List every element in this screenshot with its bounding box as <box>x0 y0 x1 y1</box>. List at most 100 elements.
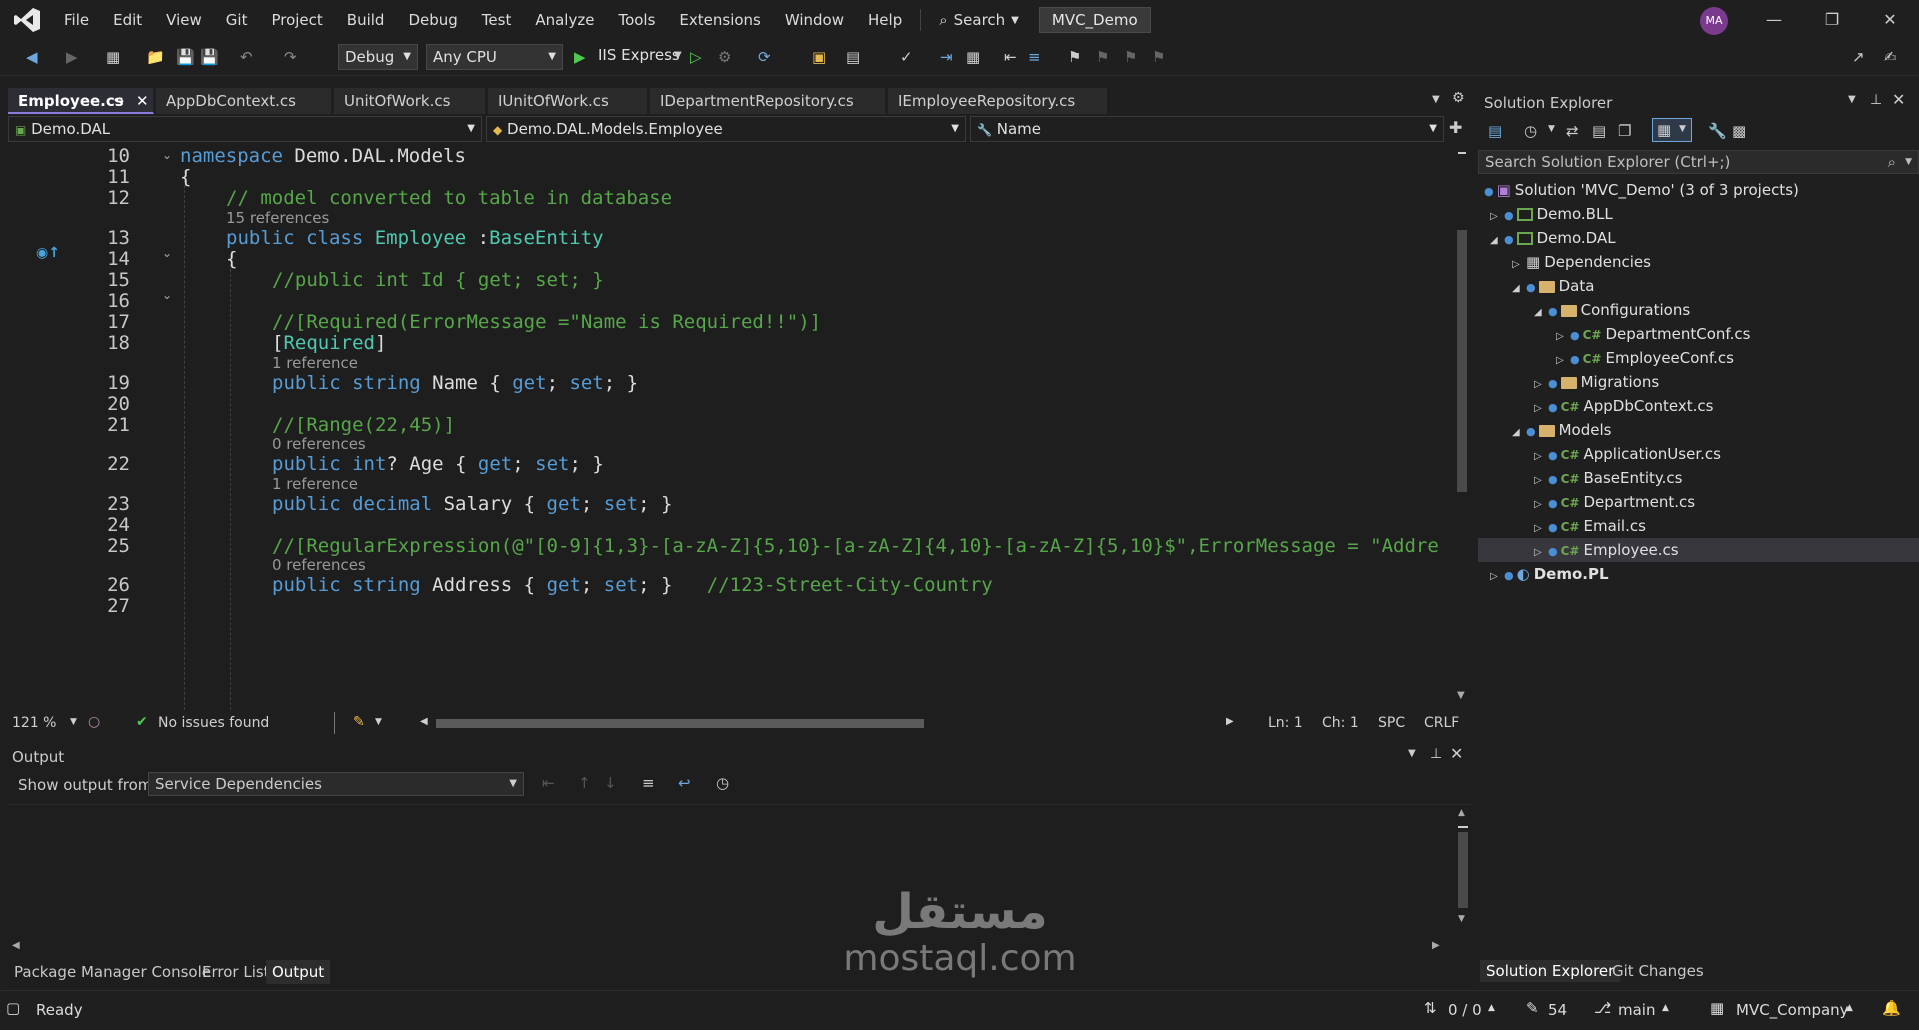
diagram-icon[interactable]: ▦ <box>966 48 988 68</box>
editor-vertical-scrollbar[interactable]: ▼ <box>1454 142 1470 710</box>
tree-project-demo-dal[interactable]: ◢ ● Demo.DAL <box>1478 226 1919 250</box>
scroll-right-icon[interactable]: ▶ <box>1226 716 1234 727</box>
solution-search-input[interactable]: Search Solution Explorer (Ctrl+;) ⌕ ▼ <box>1478 150 1919 174</box>
collapse-icon[interactable]: ⌄ <box>162 288 172 302</box>
output-vertical-scrollbar[interactable]: ▲ ▼ <box>1456 808 1470 928</box>
filter-button[interactable]: ▦ ▼ <box>1652 118 1692 142</box>
codelens-references[interactable]: 0 references <box>272 556 366 574</box>
menu-git[interactable]: Git <box>214 5 260 35</box>
tab-git-changes[interactable]: Git Changes <box>1612 962 1704 980</box>
tab-appdbcontext-cs[interactable]: AppDbContext.cs <box>156 88 332 114</box>
spellcheck-icon[interactable]: ✓ <box>900 48 922 68</box>
close-icon[interactable]: ✕ <box>136 88 149 112</box>
pin-icon[interactable]: ⊥ <box>1870 92 1882 108</box>
pin-icon[interactable]: ⊥ <box>1430 746 1442 762</box>
share-icon[interactable]: ↗ <box>1852 48 1874 68</box>
start-without-debug-icon[interactable]: ▷ <box>690 48 712 68</box>
back-icon[interactable]: ◀ <box>26 48 48 68</box>
browse-icon[interactable]: ▣ <box>812 48 834 68</box>
tree-dependencies[interactable]: ▷ ▦ Dependencies <box>1478 250 1919 274</box>
codelens-references[interactable]: 0 references <box>272 435 366 453</box>
line-indicator[interactable]: Ln: 1 <box>1268 715 1303 731</box>
menu-edit[interactable]: Edit <box>101 5 154 35</box>
project-nav-dropdown[interactable]: ▣ Demo.DAL ▼ <box>8 116 482 142</box>
tab-employee-cs[interactable]: Employee.cs ↪ ✕ <box>8 88 154 114</box>
copilot-icon[interactable]: ○ <box>88 714 100 730</box>
tab-unitofwork-cs[interactable]: UnitOfWork.cs <box>334 88 486 114</box>
tree-folder-models[interactable]: ◢ ● Models <box>1478 418 1919 442</box>
sync-icon[interactable]: ⇄ <box>1566 122 1579 140</box>
tree-folder-migrations[interactable]: ▷ ● Migrations <box>1478 370 1919 394</box>
type-nav-dropdown[interactable]: ◆ Demo.DAL.Models.Employee ▼ <box>486 116 966 142</box>
next-message-icon[interactable]: ↓ <box>604 774 617 792</box>
tree-file-email[interactable]: ▷ ● C# Email.cs <box>1478 514 1919 538</box>
output-window-icon[interactable]: ▢ <box>6 999 20 1017</box>
tree-file-departmentconf[interactable]: ▷ ● C# DepartmentConf.cs <box>1478 322 1919 346</box>
sync-status[interactable]: 0 / 0 <box>1448 1001 1482 1019</box>
tree-file-department[interactable]: ▷ ● C# Department.cs <box>1478 490 1919 514</box>
new-project-icon[interactable]: ▦ <box>106 48 128 68</box>
refresh-icon[interactable]: ⟳ <box>758 48 780 68</box>
menu-window[interactable]: Window <box>773 5 856 35</box>
hot-reload-icon[interactable]: ⚙ <box>718 48 740 68</box>
tab-error-list[interactable]: Error List <box>202 960 270 984</box>
platform-select[interactable]: Any CPU ▼ <box>426 44 563 70</box>
start-debug-icon[interactable]: ▶ <box>574 48 596 68</box>
menu-view[interactable]: View <box>154 5 214 35</box>
word-wrap-icon[interactable]: ↩ <box>678 774 691 792</box>
scroll-up-icon[interactable]: ▲ <box>1458 808 1465 818</box>
code-editor[interactable]: ⌄ ⌄ ⌄ ◉↑ 10 11 12 13 14 15 16 17 18 19 2… <box>8 142 1472 710</box>
tree-solution[interactable]: ● ▣ Solution 'MVC_Demo' (3 of 3 projects) <box>1478 178 1919 202</box>
close-icon[interactable]: ✕ <box>1892 90 1905 109</box>
collapse-icon[interactable]: ⌄ <box>162 148 172 162</box>
collapse-icon[interactable]: ⌄ <box>162 246 172 260</box>
zoom-level[interactable]: 121 % <box>12 715 56 731</box>
scroll-down-icon[interactable]: ▼ <box>1458 914 1465 924</box>
chevron-down-icon[interactable]: ▼ <box>1848 94 1856 105</box>
close-icon[interactable]: ✕ <box>1450 744 1463 763</box>
run-target-label[interactable]: IIS Express <box>598 46 680 64</box>
chevron-up-icon[interactable]: ▲ <box>1846 1003 1853 1013</box>
expand-icon[interactable]: ▷ <box>1490 565 1504 589</box>
next-bookmark-icon[interactable]: ⚑ <box>1124 48 1146 68</box>
preview-icon[interactable]: ▩ <box>1732 122 1746 140</box>
menu-help[interactable]: Help <box>856 5 914 35</box>
chevron-down-icon[interactable]: ▼ <box>1548 124 1555 134</box>
line-ending-indicator[interactable]: CRLF <box>1424 715 1459 731</box>
tree-file-employeeconf[interactable]: ▷ ● C# EmployeeConf.cs <box>1478 346 1919 370</box>
prev-message-icon[interactable]: ↑ <box>578 774 591 792</box>
tab-overflow-icon[interactable]: ▼ <box>1432 94 1440 105</box>
outdent-icon[interactable]: ⇤ <box>1004 48 1026 68</box>
codelens-references[interactable]: 1 reference <box>272 475 358 493</box>
history-icon[interactable]: ◷ <box>1524 122 1537 140</box>
tab-package-manager-console[interactable]: Package Manager Console <box>14 960 211 984</box>
bookmark-icon[interactable]: ⚑ <box>1068 48 1090 68</box>
save-all-icon[interactable]: 💾 <box>200 48 222 68</box>
forward-icon[interactable]: ▶ <box>66 48 88 68</box>
tree-project-demo-pl[interactable]: ▷ ● ◐ Demo.PL <box>1478 562 1919 586</box>
output-text-area[interactable] <box>8 804 1472 926</box>
feedback-icon[interactable]: ✍ <box>1884 48 1906 68</box>
scroll-left-icon[interactable]: ◀ <box>12 940 20 951</box>
solution-name-badge[interactable]: MVC_Demo <box>1038 7 1151 33</box>
tree-file-baseentity[interactable]: ▷ ● C# BaseEntity.cs <box>1478 466 1919 490</box>
tab-idepartmentrepository-cs[interactable]: IDepartmentRepository.cs <box>650 88 886 114</box>
chevron-up-icon[interactable]: ▲ <box>1662 1003 1669 1013</box>
chevron-down-icon[interactable]: ▼ <box>674 50 682 61</box>
menu-analyze[interactable]: Analyze <box>523 5 606 35</box>
tab-solution-explorer[interactable]: Solution Explorer <box>1480 960 1621 982</box>
tree-file-applicationuser[interactable]: ▷ ● C# ApplicationUser.cs <box>1478 442 1919 466</box>
minimize-button[interactable]: — <box>1745 0 1803 40</box>
codelens-references[interactable]: 1 reference <box>272 354 358 372</box>
scroll-thumb[interactable] <box>1458 832 1468 908</box>
branch-name[interactable]: main <box>1618 1001 1655 1019</box>
tab-iunitofwork-cs[interactable]: IUnitOfWork.cs <box>488 88 648 114</box>
tab-iemployeerepository-cs[interactable]: IEmployeeRepository.cs <box>888 88 1108 114</box>
chevron-down-icon[interactable]: ▼ <box>375 717 382 727</box>
menu-debug[interactable]: Debug <box>396 5 469 35</box>
find-message-icon[interactable]: ⇤ <box>542 774 555 792</box>
show-all-files-icon[interactable]: ❐ <box>1618 122 1631 140</box>
clear-all-icon[interactable]: ≡ <box>642 774 655 792</box>
comment-icon[interactable]: ≡ <box>1028 48 1050 68</box>
wrench-icon[interactable]: 🔧 <box>1708 122 1727 140</box>
